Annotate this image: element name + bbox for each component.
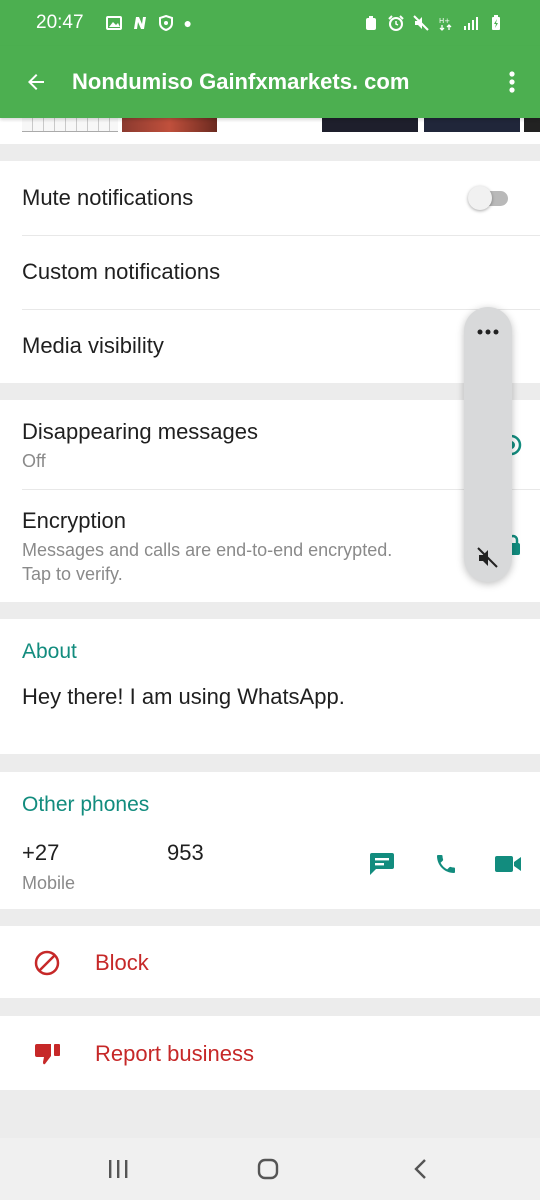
recent-apps-button[interactable] [78,1138,158,1200]
status-time: 20:47 [36,12,84,33]
report-business-label: Report business [95,1041,254,1066]
n-app-icon [133,17,146,29]
encryption-row[interactable]: Encryption Messages and calls are end-to… [0,490,540,602]
status-bar: 20:47 ● H+ [0,0,540,46]
home-button[interactable] [228,1138,308,1200]
block-label: Block [95,950,149,975]
video-call-button[interactable] [492,848,524,880]
battery-charging-icon [492,15,500,30]
signal-icon [464,17,478,30]
phone-icon [437,855,455,873]
media-visibility-row[interactable]: Media visibility [0,310,540,383]
disappearing-messages-value: Off [22,451,46,471]
disappearing-messages-label: Disappearing messages [22,419,259,444]
more-horizontal-icon [477,329,499,335]
encryption-verify-hint: Tap to verify. [22,564,123,584]
message-button[interactable] [366,848,398,880]
mute-icon [413,15,429,31]
recent-apps-icon [109,1160,128,1178]
volume-panel[interactable] [464,307,512,582]
notification-dot-icon: ● [183,15,193,31]
volume-mute-button[interactable] [476,546,500,570]
other-phones-section-label: Other phones [22,793,150,816]
media-thumbnail[interactable] [22,118,118,132]
other-phones-card: Other phones +27 953 Mobile [0,772,540,909]
mute-notifications-row[interactable]: Mute notifications [0,161,540,235]
media-visibility-label: Media visibility [22,333,164,358]
volume-settings-button[interactable] [464,321,512,337]
phone-number: +27 953 [22,840,222,866]
about-card: About Hey there! I am using WhatsApp. [0,619,540,754]
mute-notifications-toggle[interactable] [468,186,510,210]
thumbs-down-icon [35,1044,60,1065]
back-chevron-icon [414,1159,426,1179]
custom-notifications-row[interactable]: Custom notifications [0,236,540,310]
encryption-description: Messages and calls are end-to-end encryp… [22,540,393,560]
more-options-button[interactable] [484,46,540,118]
battery-lock-icon [366,16,376,30]
media-thumbnail[interactable] [524,118,540,132]
about-section-label: About [22,640,77,663]
encryption-label: Encryption [22,508,126,533]
alarm-icon [388,15,404,31]
about-text[interactable]: Hey there! I am using WhatsApp. [22,684,345,710]
privacy-settings-card: Disappearing messages Off Encryption Mes… [0,400,540,602]
back-button[interactable] [0,46,72,118]
phone-entry[interactable]: +27 953 Mobile [0,832,360,902]
video-camera-icon [495,856,521,872]
block-icon [34,950,60,976]
more-vertical-icon [509,71,515,93]
shield-icon [158,15,173,31]
home-icon [257,1158,279,1180]
mute-notifications-label: Mute notifications [22,185,194,210]
toggle-knob [468,186,492,210]
system-navigation-bar [0,1138,540,1200]
block-card[interactable]: Block [0,926,540,998]
report-business-card[interactable]: Report business [0,1016,540,1090]
network-hplus-icon: H+ [439,17,452,31]
phone-type: Mobile [22,873,76,893]
custom-notifications-label: Custom notifications [22,259,221,284]
phone-number-prefix: +27 [22,840,60,865]
phone-number-suffix: 953 [167,840,204,865]
app-bar: Nondumiso Gainfxmarkets. com [0,46,540,118]
media-strip[interactable] [0,118,540,144]
gallery-icon [105,16,122,30]
svg-text:H+: H+ [439,17,450,25]
volume-muted-icon [477,547,498,568]
media-thumbnail[interactable] [322,118,418,132]
back-arrow-icon [28,74,44,90]
notification-settings-card: Mute notifications Custom notifications … [0,161,540,383]
media-thumbnail[interactable] [122,118,217,132]
contact-name-title[interactable]: Nondumiso Gainfxmarkets. com [72,69,484,95]
media-thumbnail[interactable] [424,118,520,132]
voice-call-button[interactable] [430,848,462,880]
back-nav-button[interactable] [380,1138,460,1200]
disappearing-messages-row[interactable]: Disappearing messages Off [0,400,540,489]
message-icon [370,853,394,875]
